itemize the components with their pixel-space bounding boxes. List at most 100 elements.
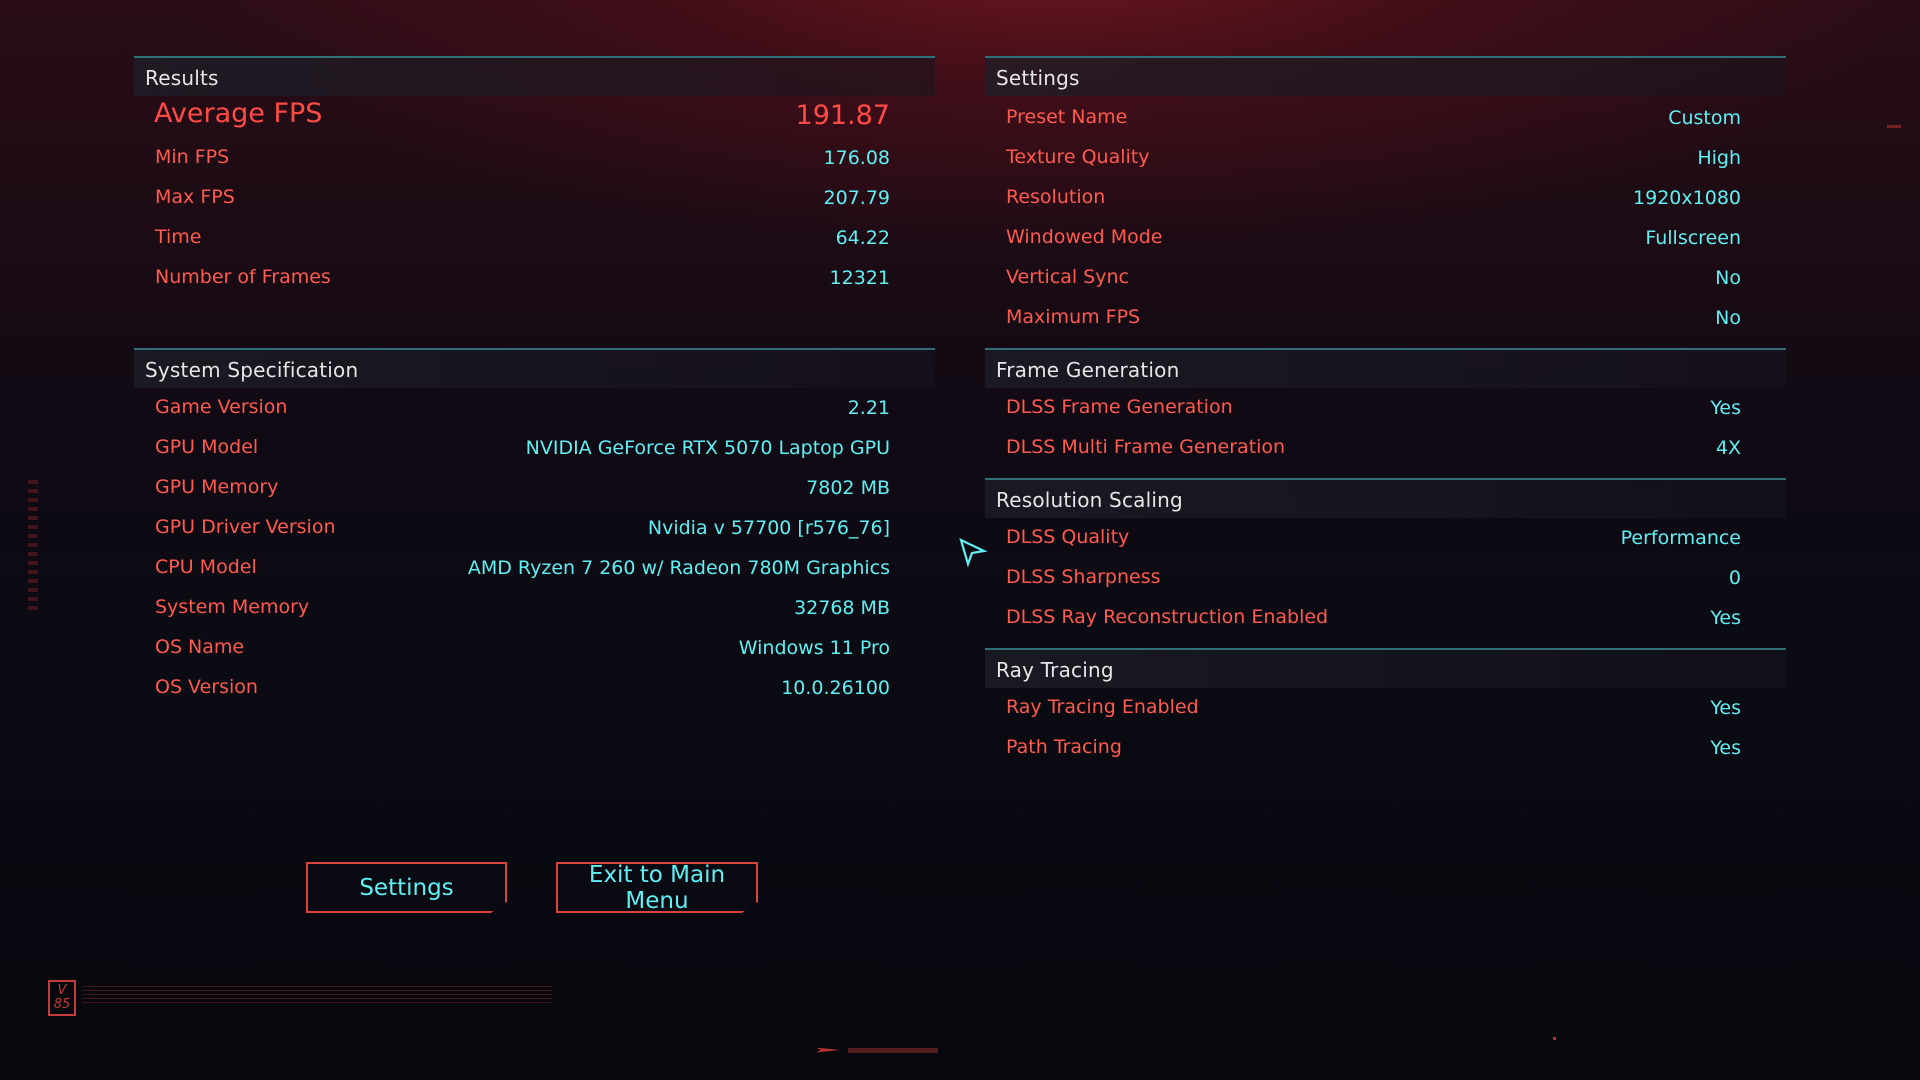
row-label: System Memory xyxy=(155,596,310,618)
row-label: Preset Name xyxy=(1006,106,1128,128)
row-value: Custom xyxy=(1668,107,1741,129)
decorative-dash xyxy=(1887,125,1901,128)
row-value: 10.0.26100 xyxy=(781,677,890,699)
row-label: Ray Tracing Enabled xyxy=(1006,696,1199,718)
exit-to-main-menu-button[interactable]: Exit to Main Menu xyxy=(556,862,758,913)
row-value: Yes xyxy=(1710,607,1741,629)
vertical-sync-row: Vertical Sync No xyxy=(985,262,1786,296)
frame-generation-title: Frame Generation xyxy=(996,358,1180,382)
system-spec-title: System Specification xyxy=(145,358,359,382)
row-label: Texture Quality xyxy=(1006,146,1150,168)
row-value: Windows 11 Pro xyxy=(738,637,890,659)
row-value: 176.08 xyxy=(823,147,890,169)
number-of-frames-row: Number of Frames 12321 xyxy=(134,262,935,296)
row-label: OS Version xyxy=(155,676,258,698)
build-id-text-decoration xyxy=(848,1047,938,1053)
average-fps-value: 191.87 xyxy=(795,100,890,131)
min-fps-row: Min FPS 176.08 xyxy=(134,142,935,176)
build-id-decoration xyxy=(816,1045,938,1055)
legal-text-decoration xyxy=(82,986,552,1006)
row-value: Yes xyxy=(1710,397,1741,419)
system-spec-header: System Specification xyxy=(134,348,935,388)
dlss-quality-row: DLSS Quality Performance xyxy=(985,522,1786,556)
row-label: DLSS Quality xyxy=(1006,526,1130,548)
row-value: 64.22 xyxy=(835,227,890,249)
row-value: Yes xyxy=(1710,697,1741,719)
texture-quality-row: Texture Quality High xyxy=(985,142,1786,176)
row-value: AMD Ryzen 7 260 w/ Radeon 780M Graphics xyxy=(467,557,890,579)
side-decoration xyxy=(28,480,38,610)
row-label: CPU Model xyxy=(155,556,257,578)
row-value: No xyxy=(1715,267,1741,289)
settings-button[interactable]: Settings xyxy=(306,862,507,913)
row-label: GPU Driver Version xyxy=(155,516,336,538)
system-memory-row: System Memory 32768 MB xyxy=(134,592,935,626)
row-label: DLSS Multi Frame Generation xyxy=(1006,436,1286,458)
row-label: Maximum FPS xyxy=(1006,306,1141,328)
row-value: NVIDIA GeForce RTX 5070 Laptop GPU xyxy=(525,437,890,459)
game-version-row: Game Version 2.21 xyxy=(134,392,935,426)
row-label: Time xyxy=(155,226,202,248)
ray-tracing-header: Ray Tracing xyxy=(985,648,1786,688)
cpu-model-row: CPU Model AMD Ryzen 7 260 w/ Radeon 780M… xyxy=(134,552,935,586)
max-fps-row: Max FPS 207.79 xyxy=(134,182,935,216)
row-label: DLSS Ray Reconstruction Enabled xyxy=(1006,606,1329,628)
gpu-driver-row: GPU Driver Version Nvidia v 57700 [r576_… xyxy=(134,512,935,546)
gpu-memory-row: GPU Memory 7802 MB xyxy=(134,472,935,506)
dlss-frame-generation-row: DLSS Frame Generation Yes xyxy=(985,392,1786,426)
row-label: Game Version xyxy=(155,396,288,418)
os-name-row: OS Name Windows 11 Pro xyxy=(134,632,935,666)
windowed-mode-row: Windowed Mode Fullscreen xyxy=(985,222,1786,256)
resolution-scaling-header: Resolution Scaling xyxy=(985,478,1786,518)
row-label: GPU Model xyxy=(155,436,259,458)
row-value: 207.79 xyxy=(823,187,890,209)
row-value: 7802 MB xyxy=(806,477,890,499)
row-label: DLSS Frame Generation xyxy=(1006,396,1233,418)
row-value: 1920x1080 xyxy=(1633,187,1741,209)
row-value: Performance xyxy=(1620,527,1741,549)
path-tracing-row: Path Tracing Yes xyxy=(985,732,1786,766)
row-label: Number of Frames xyxy=(155,266,331,288)
ray-tracing-enabled-row: Ray Tracing Enabled Yes xyxy=(985,692,1786,726)
row-label: Resolution xyxy=(1006,186,1106,208)
preset-name-row: Preset Name Custom xyxy=(985,102,1786,136)
average-fps-label: Average FPS xyxy=(154,98,323,129)
row-value: 0 xyxy=(1728,567,1741,589)
gpu-model-row: GPU Model NVIDIA GeForce RTX 5070 Laptop… xyxy=(134,432,935,466)
row-value: 2.21 xyxy=(847,397,890,419)
time-row: Time 64.22 xyxy=(134,222,935,256)
row-value: 4X xyxy=(1715,437,1741,459)
maximum-fps-row: Maximum FPS No xyxy=(985,302,1786,336)
row-value: No xyxy=(1715,307,1741,329)
arrow-right-icon xyxy=(816,1047,840,1053)
results-title: Results xyxy=(145,66,219,90)
row-label: Path Tracing xyxy=(1006,736,1122,758)
resolution-row: Resolution 1920x1080 xyxy=(985,182,1786,216)
dlss-sharpness-row: DLSS Sharpness 0 xyxy=(985,562,1786,596)
average-fps-row: Average FPS 191.87 xyxy=(134,98,935,132)
row-value: Nvidia v 57700 [r576_76] xyxy=(647,517,890,539)
ray-tracing-title: Ray Tracing xyxy=(996,658,1114,682)
decorative-dot xyxy=(1553,1037,1556,1040)
settings-header: Settings xyxy=(985,56,1786,96)
row-value: High xyxy=(1697,147,1741,169)
row-label: Max FPS xyxy=(155,186,235,208)
os-version-row: OS Version 10.0.26100 xyxy=(134,672,935,706)
row-label: OS Name xyxy=(155,636,245,658)
resolution-scaling-title: Resolution Scaling xyxy=(996,488,1183,512)
frame-generation-header: Frame Generation xyxy=(985,348,1786,388)
row-value: 12321 xyxy=(829,267,890,289)
version-badge-icon: V 85 xyxy=(48,980,76,1016)
row-label: Min FPS xyxy=(155,146,230,168)
pointer-cursor-icon xyxy=(959,537,988,567)
row-label: DLSS Sharpness xyxy=(1006,566,1161,588)
dlss-ray-reconstruction-row: DLSS Ray Reconstruction Enabled Yes xyxy=(985,602,1786,636)
row-label: Windowed Mode xyxy=(1006,226,1163,248)
row-label: Vertical Sync xyxy=(1006,266,1129,288)
row-value: Fullscreen xyxy=(1645,227,1741,249)
results-header: Results xyxy=(134,56,935,96)
dlss-multi-frame-generation-row: DLSS Multi Frame Generation 4X xyxy=(985,432,1786,466)
settings-title: Settings xyxy=(996,66,1080,90)
row-label: GPU Memory xyxy=(155,476,279,498)
row-value: Yes xyxy=(1710,737,1741,759)
